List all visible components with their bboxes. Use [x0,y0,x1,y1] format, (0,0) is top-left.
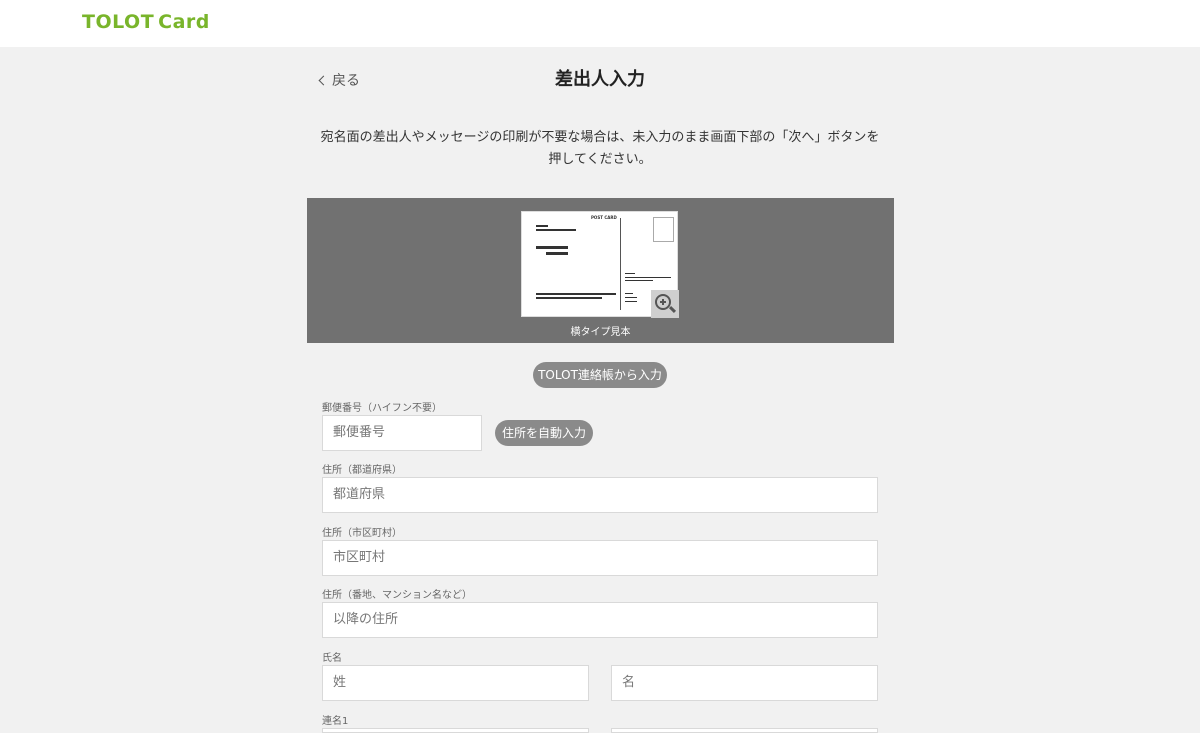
tolot-card-logo[interactable]: TOLOT Card [82,11,210,33]
prefecture-label: 住所（都道府県） [322,465,402,476]
joint-name-label: 連名1 [322,716,349,727]
address-label: 住所（番地、マンション名など） [322,590,472,601]
address-input[interactable]: 以降の住所 [322,602,878,638]
last-name-input[interactable]: 姓 [322,665,589,701]
sample-preview: POST CARD 横タイプ見本 [307,198,894,343]
zoom-icon-handle [668,305,677,314]
pc-text-line [625,293,633,294]
stamp-box [653,217,674,242]
first-name-input[interactable]: 名 [611,665,878,701]
city-label: 住所（市区町村） [322,528,402,539]
pc-text-line [625,277,671,278]
pc-text-line [536,229,576,231]
pc-text-line [546,252,568,255]
prefecture-input[interactable]: 都道府県 [322,477,878,513]
pc-text-line [625,297,637,298]
pc-text-line [536,297,602,299]
pc-text-line [536,246,568,249]
notice-text: 宛名面の差出人やメッセージの印刷が不要な場合は、未入力のまま画面下部の「次へ」ボ… [320,130,880,167]
postcard-divider [620,218,621,310]
import-from-contacts-button[interactable]: TOLOT連絡帳から入力 [533,362,667,388]
chevron-left-icon [318,75,329,86]
postal-code-label: 郵便番号（ハイフン不要） [322,403,442,414]
postcard-tag: POST CARD [591,215,617,220]
postal-code-input[interactable]: 郵便番号 [322,415,482,451]
site-header: TOLOT Card [0,0,1200,47]
joint-first-name-input[interactable] [611,728,878,733]
pc-text-line [536,225,548,227]
postcard-sample-image: POST CARD [521,211,679,318]
city-input[interactable]: 市区町村 [322,540,878,576]
zoom-button[interactable] [651,290,679,318]
pc-text-line [536,293,616,295]
logo-main: TOLOT [82,11,155,33]
back-label: 戻る [332,73,360,89]
back-link[interactable]: 戻る [318,70,360,90]
name-label: 氏名 [322,653,342,664]
pc-text-line [625,301,637,302]
joint-last-name-input[interactable] [322,728,589,733]
preview-caption: 横タイプ見本 [570,327,631,338]
logo-sub: Card [158,11,210,33]
pc-text-line [625,280,653,281]
auto-fill-address-button[interactable]: 住所を自動入力 [495,420,593,446]
page-title: 差出人入力 [555,69,645,90]
pc-text-line [625,273,635,274]
